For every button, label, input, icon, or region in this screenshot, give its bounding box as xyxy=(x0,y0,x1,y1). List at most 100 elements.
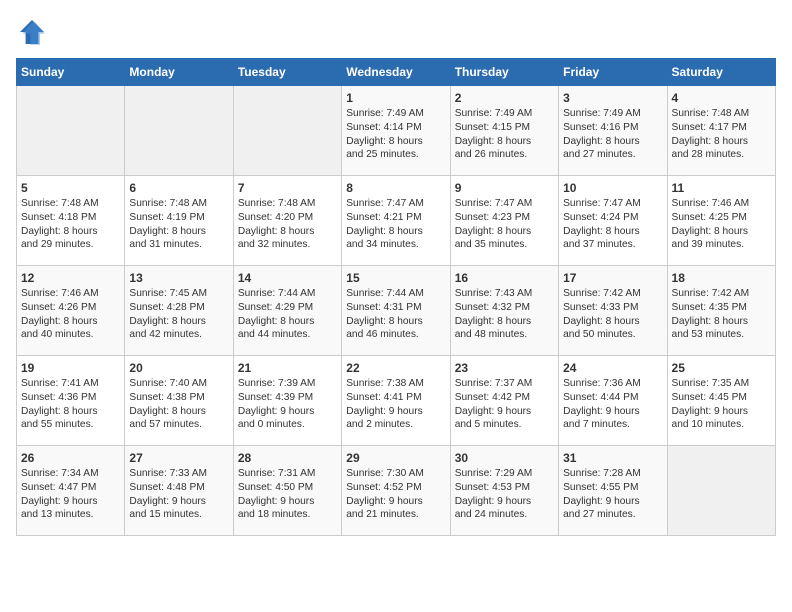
cell-info: Sunrise: 7:48 AM Sunset: 4:19 PM Dayligh… xyxy=(129,197,228,252)
calendar-cell: 11 Sunrise: 7:46 AM Sunset: 4:25 PM Dayli… xyxy=(667,176,775,266)
weekday-header-sunday: Sunday xyxy=(17,59,125,86)
calendar-cell xyxy=(125,86,233,176)
calendar-cell: 25 Sunrise: 7:35 AM Sunset: 4:45 PM Dayli… xyxy=(667,356,775,446)
calendar-cell: 30Sunrise: 7:29 AM Sunset: 4:53 PM Dayli… xyxy=(450,446,558,536)
cell-info: Sunrise: 7:48 AM Sunset: 4:17 PM Dayligh… xyxy=(672,107,771,162)
weekday-header-thursday: Thursday xyxy=(450,59,558,86)
cell-info: Sunrise: 7:44 AM Sunset: 4:31 PM Dayligh… xyxy=(346,287,445,342)
calendar-cell: 1 Sunrise: 7:49 AM Sunset: 4:14 PM Daylig… xyxy=(342,86,450,176)
logo-icon xyxy=(16,16,48,48)
calendar-cell: 24 Sunrise: 7:36 AM Sunset: 4:44 PM Dayli… xyxy=(559,356,667,446)
calendar-cell: 8 Sunrise: 7:47 AM Sunset: 4:21 PM Daylig… xyxy=(342,176,450,266)
day-number: 11 xyxy=(672,181,771,195)
cell-info: Sunrise: 7:45 AM Sunset: 4:28 PM Dayligh… xyxy=(129,287,228,342)
day-number: 23 xyxy=(455,361,554,375)
day-number: 28 xyxy=(238,451,337,465)
weekday-header-wednesday: Wednesday xyxy=(342,59,450,86)
day-number: 20 xyxy=(129,361,228,375)
weekday-header-tuesday: Tuesday xyxy=(233,59,341,86)
calendar-cell: 20Sunrise: 7:40 AM Sunset: 4:38 PM Dayli… xyxy=(125,356,233,446)
day-number: 1 xyxy=(346,91,445,105)
calendar-cell: 31Sunrise: 7:28 AM Sunset: 4:55 PM Dayli… xyxy=(559,446,667,536)
calendar-cell: 18Sunrise: 7:42 AM Sunset: 4:35 PM Dayli… xyxy=(667,266,775,356)
cell-info: Sunrise: 7:41 AM Sunset: 4:36 PM Dayligh… xyxy=(21,377,120,432)
cell-info: Sunrise: 7:49 AM Sunset: 4:16 PM Dayligh… xyxy=(563,107,662,162)
day-number: 18 xyxy=(672,271,771,285)
calendar-body: 1 Sunrise: 7:49 AM Sunset: 4:14 PM Daylig… xyxy=(17,86,776,536)
day-number: 24 xyxy=(563,361,662,375)
cell-info: Sunrise: 7:47 AM Sunset: 4:21 PM Dayligh… xyxy=(346,197,445,252)
day-number: 9 xyxy=(455,181,554,195)
calendar-cell: 26 Sunrise: 7:34 AM Sunset: 4:47 PM Dayli… xyxy=(17,446,125,536)
calendar-week-3: 12 Sunrise: 7:46 AM Sunset: 4:26 PM Dayli… xyxy=(17,266,776,356)
calendar-cell: 23 Sunrise: 7:37 AM Sunset: 4:42 PM Dayli… xyxy=(450,356,558,446)
day-number: 7 xyxy=(238,181,337,195)
weekday-header-monday: Monday xyxy=(125,59,233,86)
calendar-week-1: 1 Sunrise: 7:49 AM Sunset: 4:14 PM Daylig… xyxy=(17,86,776,176)
day-number: 29 xyxy=(346,451,445,465)
day-number: 16 xyxy=(455,271,554,285)
day-number: 6 xyxy=(129,181,228,195)
day-number: 25 xyxy=(672,361,771,375)
day-number: 26 xyxy=(21,451,120,465)
cell-info: Sunrise: 7:46 AM Sunset: 4:25 PM Dayligh… xyxy=(672,197,771,252)
calendar-cell: 15 Sunrise: 7:44 AM Sunset: 4:31 PM Dayli… xyxy=(342,266,450,356)
day-number: 13 xyxy=(129,271,228,285)
day-number: 14 xyxy=(238,271,337,285)
cell-info: Sunrise: 7:46 AM Sunset: 4:26 PM Dayligh… xyxy=(21,287,120,342)
cell-info: Sunrise: 7:43 AM Sunset: 4:32 PM Dayligh… xyxy=(455,287,554,342)
day-number: 5 xyxy=(21,181,120,195)
calendar-cell xyxy=(233,86,341,176)
calendar-cell: 19Sunrise: 7:41 AM Sunset: 4:36 PM Dayli… xyxy=(17,356,125,446)
calendar-week-4: 19Sunrise: 7:41 AM Sunset: 4:36 PM Dayli… xyxy=(17,356,776,446)
logo xyxy=(16,16,52,48)
day-number: 15 xyxy=(346,271,445,285)
day-number: 31 xyxy=(563,451,662,465)
day-number: 12 xyxy=(21,271,120,285)
calendar-cell: 14 Sunrise: 7:44 AM Sunset: 4:29 PM Dayli… xyxy=(233,266,341,356)
cell-info: Sunrise: 7:36 AM Sunset: 4:44 PM Dayligh… xyxy=(563,377,662,432)
cell-info: Sunrise: 7:47 AM Sunset: 4:23 PM Dayligh… xyxy=(455,197,554,252)
calendar-cell: 13 Sunrise: 7:45 AM Sunset: 4:28 PM Dayli… xyxy=(125,266,233,356)
cell-info: Sunrise: 7:49 AM Sunset: 4:14 PM Dayligh… xyxy=(346,107,445,162)
calendar-week-2: 5 Sunrise: 7:48 AM Sunset: 4:18 PM Daylig… xyxy=(17,176,776,266)
calendar-cell: 16 Sunrise: 7:43 AM Sunset: 4:32 PM Dayli… xyxy=(450,266,558,356)
calendar-cell: 12 Sunrise: 7:46 AM Sunset: 4:26 PM Dayli… xyxy=(17,266,125,356)
cell-info: Sunrise: 7:42 AM Sunset: 4:33 PM Dayligh… xyxy=(563,287,662,342)
cell-info: Sunrise: 7:49 AM Sunset: 4:15 PM Dayligh… xyxy=(455,107,554,162)
weekday-header-friday: Friday xyxy=(559,59,667,86)
calendar-cell xyxy=(17,86,125,176)
calendar-cell: 21Sunrise: 7:39 AM Sunset: 4:39 PM Dayli… xyxy=(233,356,341,446)
day-number: 2 xyxy=(455,91,554,105)
cell-info: Sunrise: 7:39 AM Sunset: 4:39 PM Dayligh… xyxy=(238,377,337,432)
calendar-week-5: 26 Sunrise: 7:34 AM Sunset: 4:47 PM Dayli… xyxy=(17,446,776,536)
cell-info: Sunrise: 7:47 AM Sunset: 4:24 PM Dayligh… xyxy=(563,197,662,252)
calendar-cell: 10 Sunrise: 7:47 AM Sunset: 4:24 PM Dayli… xyxy=(559,176,667,266)
page-header xyxy=(16,16,776,48)
calendar-header: SundayMondayTuesdayWednesdayThursdayFrid… xyxy=(17,59,776,86)
day-number: 30 xyxy=(455,451,554,465)
calendar-cell: 27Sunrise: 7:33 AM Sunset: 4:48 PM Dayli… xyxy=(125,446,233,536)
weekday-header-saturday: Saturday xyxy=(667,59,775,86)
calendar-cell: 4Sunrise: 7:48 AM Sunset: 4:17 PM Daylig… xyxy=(667,86,775,176)
day-number: 3 xyxy=(563,91,662,105)
cell-info: Sunrise: 7:44 AM Sunset: 4:29 PM Dayligh… xyxy=(238,287,337,342)
cell-info: Sunrise: 7:34 AM Sunset: 4:47 PM Dayligh… xyxy=(21,467,120,522)
cell-info: Sunrise: 7:48 AM Sunset: 4:18 PM Dayligh… xyxy=(21,197,120,252)
calendar-cell: 2 Sunrise: 7:49 AM Sunset: 4:15 PM Daylig… xyxy=(450,86,558,176)
cell-info: Sunrise: 7:31 AM Sunset: 4:50 PM Dayligh… xyxy=(238,467,337,522)
header-row: SundayMondayTuesdayWednesdayThursdayFrid… xyxy=(17,59,776,86)
day-number: 22 xyxy=(346,361,445,375)
cell-info: Sunrise: 7:35 AM Sunset: 4:45 PM Dayligh… xyxy=(672,377,771,432)
calendar-cell: 3 Sunrise: 7:49 AM Sunset: 4:16 PM Daylig… xyxy=(559,86,667,176)
cell-info: Sunrise: 7:33 AM Sunset: 4:48 PM Dayligh… xyxy=(129,467,228,522)
calendar-cell: 17Sunrise: 7:42 AM Sunset: 4:33 PM Dayli… xyxy=(559,266,667,356)
calendar-cell: 5 Sunrise: 7:48 AM Sunset: 4:18 PM Daylig… xyxy=(17,176,125,266)
day-number: 10 xyxy=(563,181,662,195)
calendar-cell: 29Sunrise: 7:30 AM Sunset: 4:52 PM Dayli… xyxy=(342,446,450,536)
calendar-cell: 6 Sunrise: 7:48 AM Sunset: 4:19 PM Daylig… xyxy=(125,176,233,266)
calendar-cell: 22Sunrise: 7:38 AM Sunset: 4:41 PM Dayli… xyxy=(342,356,450,446)
day-number: 8 xyxy=(346,181,445,195)
cell-info: Sunrise: 7:37 AM Sunset: 4:42 PM Dayligh… xyxy=(455,377,554,432)
calendar-cell: 9 Sunrise: 7:47 AM Sunset: 4:23 PM Daylig… xyxy=(450,176,558,266)
